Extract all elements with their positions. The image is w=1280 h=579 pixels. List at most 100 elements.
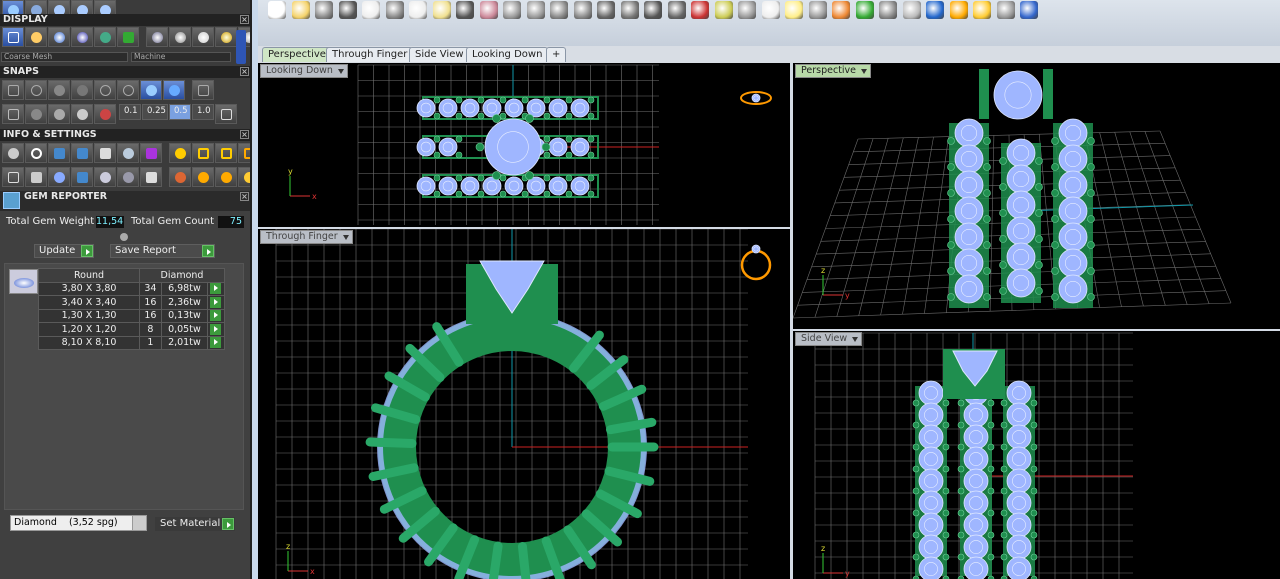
search-icon[interactable] — [25, 143, 47, 163]
toolbar-icon[interactable] — [456, 1, 474, 19]
render-icon[interactable] — [48, 27, 70, 47]
add-tab-button[interactable]: + — [546, 47, 566, 62]
toolbar-icon[interactable] — [597, 1, 615, 19]
toolbar-icon[interactable] — [479, 1, 498, 19]
viewport-side-view[interactable]: Side View yz — [793, 331, 1280, 579]
toolbar-icon[interactable] — [268, 1, 286, 19]
close-icon[interactable]: × — [240, 130, 249, 139]
toolbar-icon[interactable] — [855, 1, 874, 19]
table-row[interactable]: 1,30 X 1,30 16 0,13tw — [38, 308, 226, 323]
save-report-button[interactable]: Save Report — [110, 244, 215, 258]
chart-icon[interactable] — [140, 167, 162, 187]
chrome-ball-icon[interactable] — [169, 27, 191, 47]
snap-value-3[interactable]: 1.0 — [192, 104, 214, 120]
toolbar-icon[interactable] — [409, 1, 427, 19]
metal-ball-icon[interactable] — [146, 27, 168, 47]
texture-icon[interactable] — [117, 27, 139, 47]
grid-toggle-icon[interactable] — [215, 104, 237, 124]
diamond-icon[interactable] — [71, 104, 93, 124]
side-slider[interactable] — [236, 30, 246, 64]
gem-icon[interactable] — [48, 167, 70, 187]
anim4-icon[interactable] — [238, 167, 250, 187]
viewport-through-finger[interactable]: Through Finger xz — [258, 229, 790, 579]
render-settings-icon[interactable] — [169, 143, 191, 163]
toolbar-icon[interactable] — [785, 1, 803, 19]
shaded-icon[interactable] — [25, 27, 47, 47]
update-button[interactable]: Update — [34, 244, 94, 258]
play-icon[interactable] — [210, 337, 222, 349]
toolbar-icon[interactable] — [902, 1, 921, 19]
close-icon[interactable]: × — [240, 192, 249, 201]
gear-icon[interactable] — [2, 143, 24, 163]
gold-ball-icon[interactable] — [215, 27, 237, 47]
toolbar-icon[interactable] — [926, 1, 944, 19]
snap-value-0[interactable]: 0.1 — [119, 104, 141, 120]
toolbar-icon[interactable] — [973, 1, 991, 19]
toolbar-icon[interactable] — [832, 1, 850, 19]
machine-select[interactable]: Machine — [131, 52, 231, 62]
toolbar-icon[interactable] — [808, 1, 827, 19]
close-icon[interactable]: × — [240, 67, 249, 76]
snap-grid-icon[interactable] — [2, 80, 24, 100]
play-icon[interactable] — [210, 310, 222, 322]
toolbar-icon[interactable] — [714, 1, 733, 19]
toolbar-icon[interactable] — [362, 1, 380, 19]
table-row[interactable]: 8,10 X 8,10 1 2,01tw — [38, 335, 226, 350]
table-icon[interactable] — [2, 167, 24, 187]
toolbar-icon[interactable] — [738, 1, 756, 19]
toolbar-icon[interactable] — [526, 1, 545, 19]
viewport-label[interactable]: Through Finger — [260, 230, 353, 244]
toolbar-icon[interactable] — [432, 1, 451, 19]
pin-icon[interactable] — [94, 104, 116, 124]
toolbar-icon[interactable] — [996, 1, 1015, 19]
material-select[interactable]: Diamond (3,52 spg) — [10, 515, 147, 531]
toolbar-icon[interactable] — [691, 1, 709, 19]
snap-line-icon[interactable] — [163, 80, 185, 100]
tab-side-view[interactable]: Side View — [409, 47, 470, 62]
toolbar-icon[interactable] — [1020, 1, 1038, 19]
scatter-icon[interactable] — [117, 167, 139, 187]
mesh-select[interactable]: Coarse Mesh — [1, 52, 128, 62]
set-material-button[interactable]: Set Material — [155, 517, 235, 531]
snap-on-icon[interactable] — [140, 80, 162, 100]
toolbar-icon[interactable] — [315, 1, 333, 19]
sphere-icon[interactable] — [71, 27, 93, 47]
block-icon[interactable] — [71, 167, 93, 187]
play-icon[interactable] — [210, 296, 222, 308]
viewport-looking-down[interactable]: Looking Down xy — [258, 63, 790, 227]
gem-thumbnail[interactable] — [9, 269, 38, 294]
snap-box-icon[interactable] — [192, 80, 214, 100]
snap-mid-icon[interactable] — [71, 80, 93, 100]
wireframe-icon[interactable] — [2, 27, 24, 47]
pen-icon[interactable] — [48, 104, 70, 124]
toolbar-icon[interactable] — [620, 1, 639, 19]
tab-looking-down[interactable]: Looking Down — [466, 47, 549, 62]
snap-center-icon[interactable] — [117, 80, 139, 100]
toolbar-icon[interactable] — [573, 1, 592, 19]
frame2-icon[interactable] — [215, 143, 237, 163]
toolbar-icon[interactable] — [550, 1, 568, 19]
cube-icon[interactable] — [71, 143, 93, 163]
doc-icon[interactable] — [94, 143, 116, 163]
table-row[interactable]: 3,80 X 3,80 34 6,98tw — [38, 281, 226, 296]
play-icon[interactable] — [210, 323, 222, 335]
layer-icon[interactable] — [48, 143, 70, 163]
toolbar-icon[interactable] — [385, 1, 404, 19]
viewport-perspective[interactable]: Perspective yz — [793, 63, 1280, 329]
anim3-icon[interactable] — [215, 167, 237, 187]
toolbar-icon[interactable] — [291, 1, 310, 19]
snap-value-2[interactable]: 0.5 — [169, 104, 191, 120]
env-icon[interactable] — [94, 27, 116, 47]
box-icon[interactable] — [25, 104, 47, 124]
snap-end-icon[interactable] — [94, 80, 116, 100]
snap-value-1[interactable]: 0.25 — [142, 104, 168, 120]
white-ball-icon[interactable] — [192, 27, 214, 47]
toolbar-icon[interactable] — [338, 1, 357, 19]
snap-point-icon[interactable] — [48, 80, 70, 100]
frame3-icon[interactable] — [238, 143, 250, 163]
toolbar-icon[interactable] — [667, 1, 686, 19]
anim1-icon[interactable] — [169, 167, 191, 187]
toolbar-icon[interactable] — [949, 1, 968, 19]
material-icon[interactable] — [140, 143, 162, 163]
close-icon[interactable]: × — [240, 15, 249, 24]
